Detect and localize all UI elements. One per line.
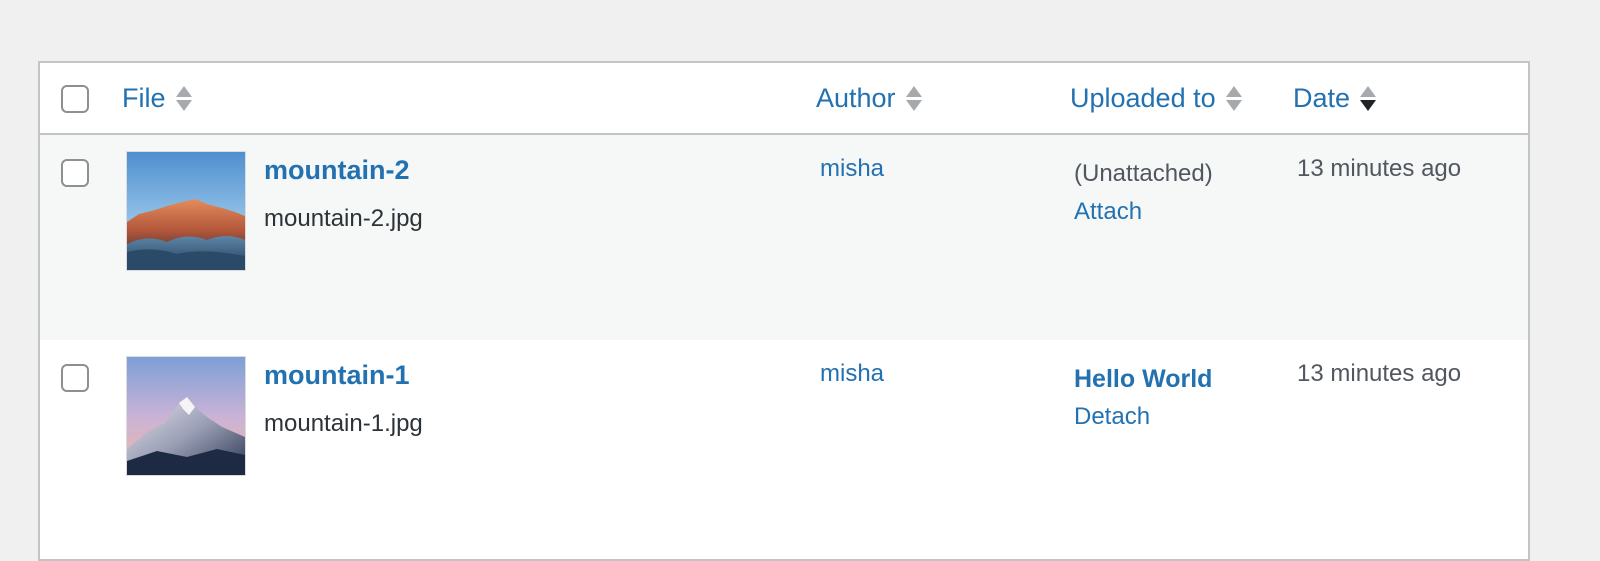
table-row: mountain-2 mountain-2.jpg misha (Unattac… — [40, 135, 1528, 340]
uploaded-to-cell: (Unattached) Attach — [1074, 155, 1213, 231]
column-header-author[interactable]: Author — [816, 83, 922, 114]
row-checkbox[interactable] — [61, 364, 89, 392]
sort-arrows-icon — [1225, 86, 1242, 111]
sort-arrows-icon — [905, 86, 922, 111]
sort-desc-arrows-icon — [1360, 86, 1377, 111]
column-header-date-label: Date — [1293, 83, 1351, 113]
sort-arrows-icon — [175, 86, 192, 111]
detach-link[interactable]: Detach — [1074, 398, 1212, 436]
thumbnail-mountain-2[interactable] — [126, 151, 246, 271]
file-title-link[interactable]: mountain-1 — [264, 360, 410, 391]
attach-link[interactable]: Attach — [1074, 193, 1213, 231]
row-checkbox[interactable] — [61, 159, 89, 187]
thumbnail-mountain-1[interactable] — [126, 356, 246, 476]
file-name: mountain-2.jpg — [264, 205, 423, 232]
author-link[interactable]: misha — [820, 360, 884, 388]
table-header: File Author Uploaded to Date — [40, 63, 1528, 135]
column-header-author-label: Author — [816, 83, 896, 113]
column-header-uploaded-to[interactable]: Uploaded to — [1070, 83, 1242, 114]
snowy-peak-image — [127, 357, 245, 475]
file-name: mountain-1.jpg — [264, 410, 423, 437]
column-header-date[interactable]: Date — [1293, 83, 1377, 114]
table-row: mountain-1 mountain-1.jpg misha Hello Wo… — [40, 340, 1528, 545]
unattached-status: (Unattached) — [1074, 160, 1213, 187]
file-title-link[interactable]: mountain-2 — [264, 155, 410, 186]
column-header-file[interactable]: File — [122, 83, 192, 114]
attached-post-link[interactable]: Hello World — [1074, 360, 1212, 398]
select-all-checkbox[interactable] — [61, 85, 89, 113]
column-header-file-label: File — [122, 83, 166, 113]
column-header-uploaded-to-label: Uploaded to — [1070, 83, 1216, 113]
media-list-table: File Author Uploaded to Date mountain-2 … — [38, 61, 1530, 561]
upload-date: 13 minutes ago — [1297, 155, 1462, 182]
uploaded-to-cell: Hello World Detach — [1074, 360, 1212, 436]
sunset-mountain-image — [127, 152, 245, 270]
upload-date: 13 minutes ago — [1297, 360, 1462, 387]
author-link[interactable]: misha — [820, 155, 884, 183]
